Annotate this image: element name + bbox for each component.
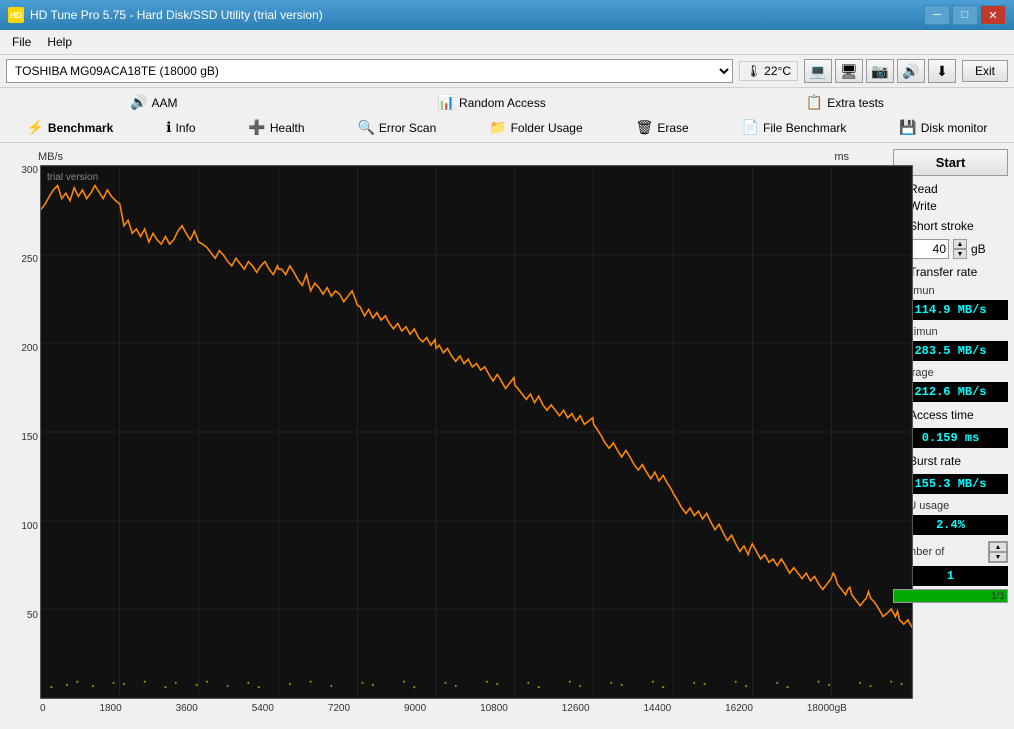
main-content: MB/s ms 300 250 200 150 100 50 6.00 5.00… [0,143,1014,729]
short-stroke-unit: gB [971,242,986,256]
nav-info-label: Info [176,121,196,135]
chart-wrapper: 300 250 200 150 100 50 6.00 5.00 4.00 3.… [8,165,881,699]
nav-extra-tests-label: Extra tests [827,96,884,110]
drive-info-btn[interactable]: 💻 [804,59,832,83]
drive-download-btn[interactable]: ⬇ [928,59,956,83]
nav-health-label: Health [270,121,305,135]
chart-canvas: trial version [40,165,913,699]
nav-extra-tests[interactable]: 📋 Extra tests [798,92,892,113]
nav-folder-usage-label: Folder Usage [511,121,583,135]
window-title: HD Tune Pro 5.75 - Hard Disk/SSD Utility… [30,8,924,22]
progress-bar-fill [894,590,1007,602]
trial-watermark: trial version [47,172,98,183]
burst-rate-label: Burst rate [909,454,961,468]
exit-button[interactable]: Exit [962,60,1008,82]
nav-error-scan[interactable]: 🔍 Error Scan [349,117,444,138]
nav-erase[interactable]: 🗑 Erase [628,117,697,138]
nav-random-access[interactable]: 📊 Random Access [430,92,554,113]
health-icon: ➕ [248,119,265,136]
thermometer-icon: 🌡 [746,64,761,78]
maximize-button[interactable]: □ [952,5,978,25]
nav-benchmark-label: Benchmark [48,121,113,135]
nav-aam[interactable]: 🔊 AAM [122,92,185,113]
nav-folder-usage[interactable]: 📁 Folder Usage [481,117,590,138]
benchmark-chart [41,166,912,698]
transfer-rate-label: Transfer rate [909,265,977,279]
progress-text: 1/1 [991,590,1005,604]
nav-benchmark[interactable]: ⚡ Benchmark [18,117,121,138]
nav-error-scan-label: Error Scan [379,121,436,135]
drive-selector[interactable]: TOSHIBA MG09ACA18TE (18000 gB) [6,59,733,83]
erase-icon: 🗑 [636,119,654,136]
disk-monitor-icon: 💾 [899,119,916,136]
temperature-display: 🌡 22°C [739,61,798,81]
read-label: Read [909,182,938,196]
write-label: Write [909,199,937,213]
chart-labels-top: MB/s ms [8,151,881,163]
access-time-label: Access time [909,408,974,422]
extra-tests-icon: 📋 [806,94,823,111]
top-navigation: 🔊 AAM 📊 Random Access 📋 Extra tests ⚡ Be… [0,88,1014,143]
number-up[interactable]: ▲ [989,542,1007,552]
number-down[interactable]: ▼ [989,552,1007,562]
info-icon: ℹ [166,119,171,136]
random-access-icon: 📊 [438,94,455,111]
nav-file-benchmark-label: File Benchmark [763,121,846,135]
progress-bar: 1/1 [893,589,1008,603]
drive-icon-buttons: 💻 🖥 📷 🔊 ⬇ [804,59,956,83]
file-benchmark-icon: 📄 [742,119,759,136]
benchmark-icon: ⚡ [26,119,43,136]
aam-icon: 🔊 [130,94,147,111]
short-stroke-label: Short stroke [909,219,974,233]
menu-file[interactable]: File [4,32,39,52]
window-controls: ─ □ ✕ [924,5,1006,25]
drive-sound-btn[interactable]: 🔊 [897,59,925,83]
temperature-value: 22°C [764,64,791,78]
title-bar: HD HD Tune Pro 5.75 - Hard Disk/SSD Util… [0,0,1014,30]
app-icon: HD [8,7,24,23]
error-scan-icon: 🔍 [357,119,374,136]
short-stroke-spinner: ▲ ▼ [953,239,967,259]
folder-usage-icon: 📁 [489,119,506,136]
nav-info[interactable]: ℹ Info [158,117,203,138]
short-stroke-value[interactable] [909,239,949,259]
chart-container: MB/s ms 300 250 200 150 100 50 6.00 5.00… [0,143,889,729]
nav-row2: ⚡ Benchmark ℹ Info ➕ Health 🔍 Error Scan… [0,115,1014,142]
drive-hdd-btn[interactable]: 🖥 [835,59,863,83]
y-right-label: ms [834,151,849,163]
minimize-button[interactable]: ─ [924,5,950,25]
nav-random-access-label: Random Access [459,96,546,110]
nav-aam-label: AAM [151,96,177,110]
nav-health[interactable]: ➕ Health [240,117,312,138]
y-axis-left: 300 250 200 150 100 50 [8,165,38,699]
y-left-label: MB/s [38,151,63,163]
nav-disk-monitor-label: Disk monitor [921,121,988,135]
short-stroke-up[interactable]: ▲ [953,239,967,249]
nav-disk-monitor[interactable]: 💾 Disk monitor [891,117,995,138]
nav-row1: 🔊 AAM 📊 Random Access 📋 Extra tests [0,88,1014,115]
nav-erase-label: Erase [657,121,688,135]
menu-bar: File Help [0,30,1014,55]
menu-help[interactable]: Help [39,32,80,52]
nav-file-benchmark[interactable]: 📄 File Benchmark [734,117,855,138]
close-button[interactable]: ✕ [980,5,1006,25]
x-axis: 0 1800 3600 5400 7200 9000 10800 12600 1… [8,701,881,714]
short-stroke-down[interactable]: ▼ [953,249,967,259]
drive-cam-btn[interactable]: 📷 [866,59,894,83]
drive-bar: TOSHIBA MG09ACA18TE (18000 gB) 🌡 22°C 💻 … [0,55,1014,88]
short-stroke-input-group: ▲ ▼ gB [909,239,1008,259]
